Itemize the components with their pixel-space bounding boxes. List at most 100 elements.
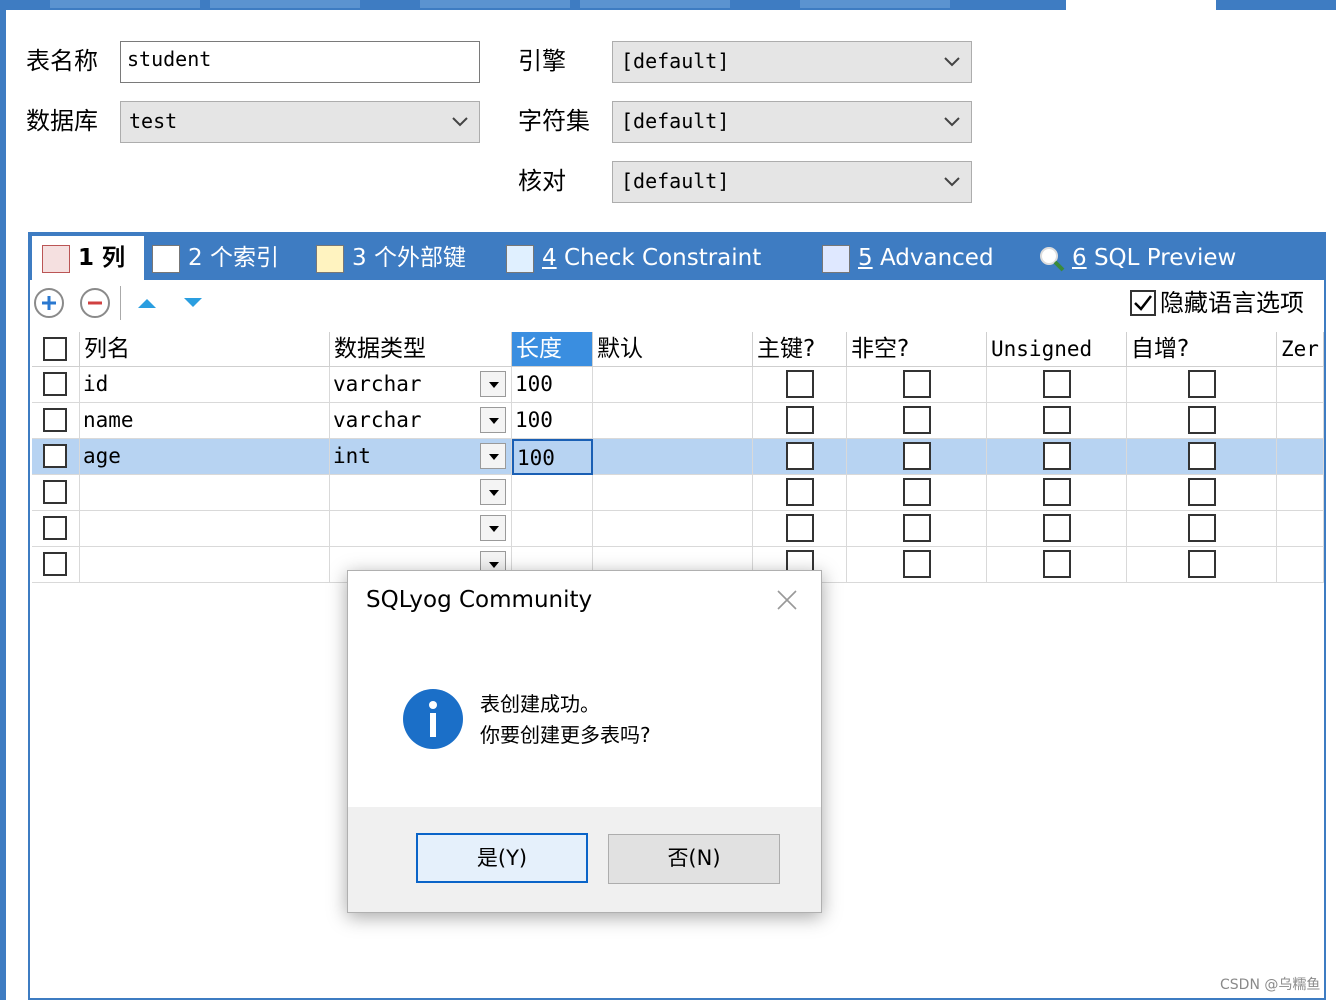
primary-key-cell[interactable] [753, 439, 847, 475]
default-cell[interactable] [593, 367, 753, 403]
not-null-cell[interactable] [847, 547, 987, 583]
row-select-checkbox[interactable] [43, 552, 67, 576]
zerofill-cell[interactable] [1277, 367, 1324, 403]
unsigned-cell[interactable] [987, 475, 1127, 511]
column-header[interactable]: 列名 [80, 332, 330, 367]
row-select-checkbox[interactable] [43, 444, 67, 468]
row-select-checkbox[interactable] [43, 408, 67, 432]
auto-increment-checkbox[interactable] [1188, 442, 1216, 470]
tab-indexes[interactable]: 2 个索引 [152, 236, 279, 280]
zerofill-cell[interactable] [1277, 475, 1324, 511]
charset-select[interactable]: [default] [612, 101, 972, 143]
column-header[interactable]: 主键? [753, 332, 847, 367]
data-type-cell[interactable] [330, 511, 512, 547]
auto-increment-cell[interactable] [1127, 403, 1277, 439]
not-null-checkbox[interactable] [903, 406, 931, 434]
auto-increment-cell[interactable] [1127, 439, 1277, 475]
not-null-checkbox[interactable] [903, 370, 931, 398]
data-type-cell[interactable]: int [330, 439, 512, 475]
data-type-dropdown-button[interactable] [480, 479, 506, 505]
not-null-cell[interactable] [847, 475, 987, 511]
row-select-cell[interactable] [32, 439, 80, 475]
editor-tab[interactable] [800, 0, 950, 8]
not-null-cell[interactable] [847, 403, 987, 439]
primary-key-cell[interactable] [753, 511, 847, 547]
unsigned-cell[interactable] [987, 547, 1127, 583]
default-cell[interactable] [593, 403, 753, 439]
not-null-cell[interactable] [847, 439, 987, 475]
not-null-checkbox[interactable] [903, 550, 931, 578]
length-cell[interactable]: 100 [512, 403, 593, 439]
auto-increment-checkbox[interactable] [1188, 406, 1216, 434]
auto-increment-cell[interactable] [1127, 511, 1277, 547]
default-cell[interactable] [593, 439, 753, 475]
row-select-checkbox[interactable] [43, 480, 67, 504]
unsigned-cell[interactable] [987, 367, 1127, 403]
length-cell[interactable] [512, 511, 593, 547]
data-type-cell[interactable]: varchar [330, 367, 512, 403]
primary-key-checkbox[interactable] [786, 370, 814, 398]
unsigned-checkbox[interactable] [1043, 442, 1071, 470]
remove-column-button[interactable] [80, 288, 110, 318]
add-column-button[interactable] [34, 288, 64, 318]
move-up-icon[interactable] [136, 296, 158, 310]
unsigned-checkbox[interactable] [1043, 514, 1071, 542]
table-name-input[interactable]: student [120, 41, 480, 83]
tab-advanced[interactable]: 5 Advanced [822, 236, 994, 280]
column-header[interactable]: 数据类型 [330, 332, 512, 367]
close-icon[interactable] [776, 589, 798, 611]
column-header[interactable]: 非空? [847, 332, 987, 367]
not-null-checkbox[interactable] [903, 478, 931, 506]
unsigned-cell[interactable] [987, 511, 1127, 547]
collation-select[interactable]: [default] [612, 161, 972, 203]
not-null-cell[interactable] [847, 367, 987, 403]
column-header[interactable]: Unsigned [987, 332, 1127, 367]
default-cell[interactable] [593, 475, 753, 511]
data-type-dropdown-button[interactable] [480, 515, 506, 541]
column-name-cell[interactable] [80, 475, 330, 511]
zerofill-cell[interactable] [1277, 547, 1324, 583]
auto-increment-cell[interactable] [1127, 367, 1277, 403]
row-select-checkbox[interactable] [43, 516, 67, 540]
auto-increment-checkbox[interactable] [1188, 514, 1216, 542]
tab-check-constraint[interactable]: 4 Check Constraint [506, 236, 761, 280]
primary-key-checkbox[interactable] [786, 478, 814, 506]
auto-increment-checkbox[interactable] [1188, 550, 1216, 578]
column-name-cell[interactable] [80, 547, 330, 583]
length-cell[interactable]: 100 [512, 367, 593, 403]
data-type-dropdown-button[interactable] [480, 443, 506, 469]
column-name-cell[interactable]: age [80, 439, 330, 475]
primary-key-cell[interactable] [753, 367, 847, 403]
column-name-cell[interactable] [80, 511, 330, 547]
database-select[interactable]: test [120, 101, 480, 143]
auto-increment-checkbox[interactable] [1188, 478, 1216, 506]
default-cell[interactable] [593, 511, 753, 547]
auto-increment-checkbox[interactable] [1188, 370, 1216, 398]
row-select-cell[interactable] [32, 475, 80, 511]
auto-increment-cell[interactable] [1127, 547, 1277, 583]
editor-tab-active[interactable] [1066, 0, 1216, 11]
data-type-cell[interactable] [330, 475, 512, 511]
select-all-header[interactable] [32, 332, 80, 367]
engine-select[interactable]: [default] [612, 41, 972, 83]
auto-increment-cell[interactable] [1127, 475, 1277, 511]
not-null-checkbox[interactable] [903, 442, 931, 470]
unsigned-checkbox[interactable] [1043, 550, 1071, 578]
row-select-checkbox[interactable] [43, 372, 67, 396]
primary-key-cell[interactable] [753, 475, 847, 511]
data-type-dropdown-button[interactable] [480, 371, 506, 397]
editor-tab[interactable] [50, 0, 200, 8]
editor-tab[interactable] [580, 0, 730, 8]
row-select-cell[interactable] [32, 511, 80, 547]
not-null-cell[interactable] [847, 511, 987, 547]
primary-key-checkbox[interactable] [786, 406, 814, 434]
data-type-cell[interactable]: varchar [330, 403, 512, 439]
tab-foreign-keys[interactable]: 3 个外部键 [316, 236, 466, 280]
editor-tab[interactable] [210, 0, 360, 8]
not-null-checkbox[interactable] [903, 514, 931, 542]
tab-sql-preview[interactable]: 6 SQL Preview [1038, 236, 1236, 280]
unsigned-checkbox[interactable] [1043, 406, 1071, 434]
tab-columns[interactable]: 1 列 [32, 236, 144, 280]
zerofill-cell[interactable] [1277, 511, 1324, 547]
column-header[interactable]: 默认 [593, 332, 753, 367]
